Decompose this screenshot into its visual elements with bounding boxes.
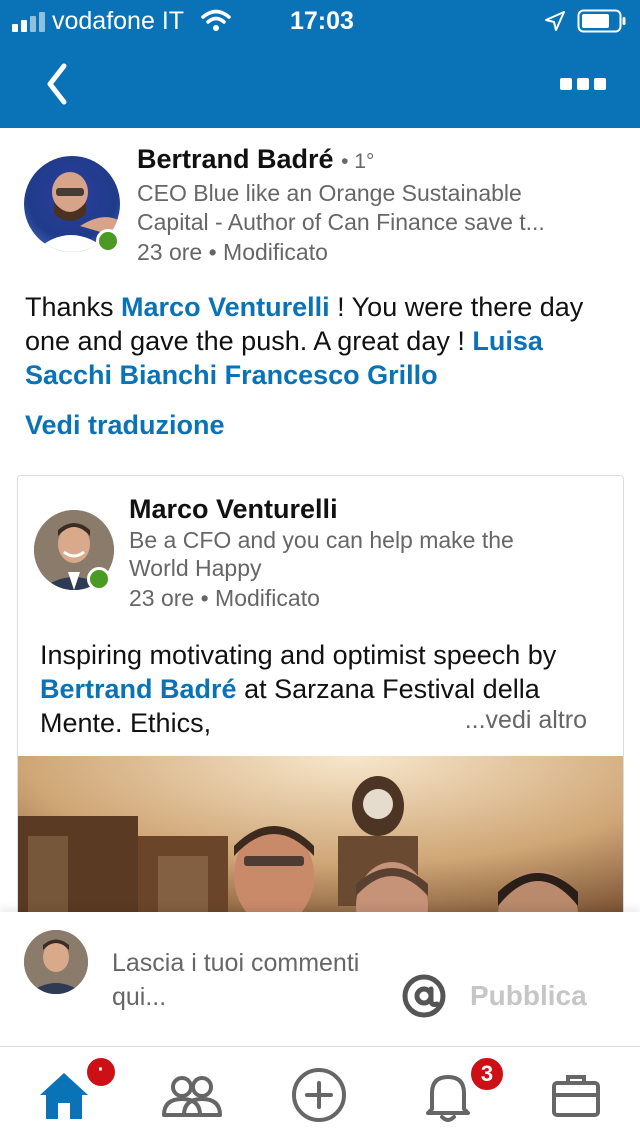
- signal-strength-icon: [12, 12, 48, 32]
- my-avatar: [24, 930, 88, 994]
- author-headline-line2: Capital - Author of Can Finance save t..…: [137, 209, 545, 235]
- home-badge: ·: [84, 1055, 118, 1089]
- at-icon[interactable]: [402, 974, 446, 1018]
- clock: 17:03: [290, 7, 354, 35]
- nav-network[interactable]: [160, 1065, 222, 1125]
- shared-post-card[interactable]: Marco Venturelli Be a CFO and you can he…: [17, 475, 624, 955]
- mention-marco-venturelli[interactable]: Marco Venturelli: [121, 292, 330, 322]
- shared-author-headline-line2: World Happy: [129, 555, 262, 581]
- publish-button[interactable]: Pubblica: [470, 980, 587, 1012]
- connection-degree: • 1°: [341, 150, 375, 173]
- shared-online-status-indicator: [87, 567, 111, 591]
- mention-francesco-grillo[interactable]: Francesco Grillo: [225, 360, 438, 390]
- shared-author-headline-line1: Be a CFO and you can help make the: [129, 527, 514, 553]
- nav-home[interactable]: ·: [34, 1055, 118, 1125]
- wifi-icon: [201, 9, 231, 31]
- bottom-nav: · 3: [0, 1046, 640, 1136]
- shared-author-name[interactable]: Marco Venturelli: [129, 494, 338, 525]
- author-name[interactable]: Bertrand Badré • 1°: [137, 144, 374, 175]
- author-headline-line1: CEO Blue like an Orange Sustainable: [137, 180, 522, 206]
- comment-input[interactable]: Lascia i tuoi commenti qui...: [112, 946, 372, 1014]
- post-time: 23 ore • Modificato: [137, 239, 328, 265]
- shared-post-time: 23 ore • Modificato: [129, 585, 320, 611]
- location-arrow-icon: [545, 11, 565, 31]
- post-text: Thanks Marco Venturelli ! You were there…: [25, 292, 584, 390]
- add-post-icon: [292, 1068, 346, 1122]
- my-avatar-photo: [24, 930, 88, 994]
- see-more-link[interactable]: ...vedi altro: [465, 706, 587, 735]
- network-icon: [162, 1076, 222, 1117]
- comment-bar: Lascia i tuoi commenti qui... Pubblica: [0, 912, 640, 1046]
- nav-notifications[interactable]: 3: [418, 1055, 506, 1125]
- jobs-icon: [552, 1075, 600, 1117]
- online-status-indicator: [96, 229, 120, 253]
- nav-post[interactable]: [289, 1065, 349, 1125]
- battery-icon: [577, 9, 626, 33]
- see-translation-link[interactable]: Vedi traduzione: [25, 410, 225, 441]
- notifications-badge: 3: [468, 1055, 506, 1093]
- more-dots-icon[interactable]: [560, 78, 606, 92]
- status-bar: vodafone IT 17:03: [0, 0, 640, 42]
- mention-bertrand-badre[interactable]: Bertrand Badré: [40, 674, 237, 704]
- nav-jobs[interactable]: [546, 1065, 606, 1125]
- top-bar: vodafone IT 17:03: [0, 0, 640, 128]
- chevron-left-icon[interactable]: [40, 60, 74, 108]
- carrier-name: vodafone IT: [52, 7, 185, 35]
